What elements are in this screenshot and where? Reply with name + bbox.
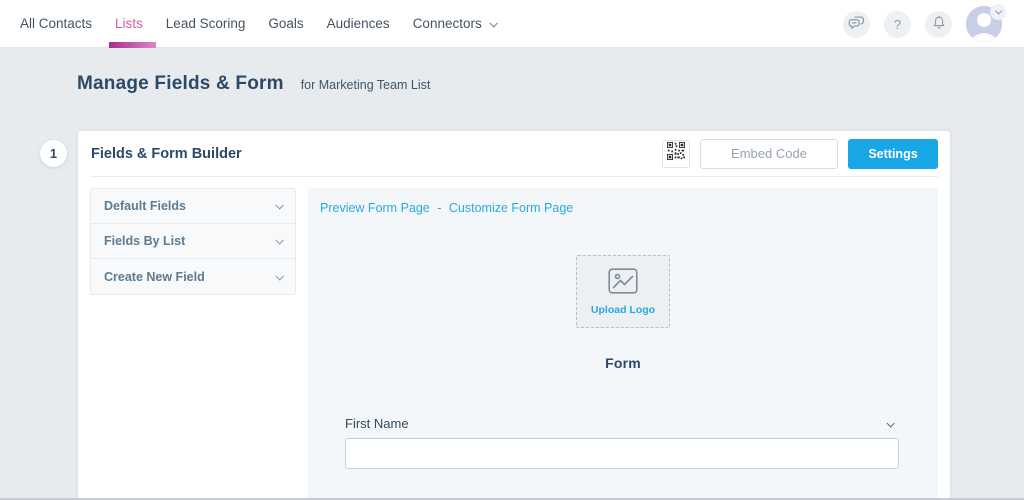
image-placeholder-icon xyxy=(608,267,638,299)
accordion-item-create-new-field[interactable]: Create New Field xyxy=(91,259,295,294)
nav-label: Goals xyxy=(268,16,304,31)
settings-button[interactable]: Settings xyxy=(848,138,938,169)
builder-header-actions: Embed Code Settings xyxy=(662,138,938,169)
nav-item-lead-scoring[interactable]: Lead Scoring xyxy=(166,0,246,48)
nav-label: All Contacts xyxy=(20,16,93,31)
accordion-item-default-fields[interactable]: Default Fields xyxy=(91,189,295,224)
chevron-down-icon xyxy=(275,236,284,245)
field-label: First Name xyxy=(345,416,409,431)
account-menu-badge[interactable] xyxy=(990,4,1006,20)
nav-label: Lead Scoring xyxy=(165,16,246,31)
step-number-badge: 1 xyxy=(40,140,67,167)
fields-form-builder-card: Fields & Form Builder Embed Code Setting… xyxy=(78,131,950,500)
accordion-label: Create New Field xyxy=(104,269,205,284)
first-name-input[interactable] xyxy=(345,438,899,469)
accordion-item-fields-by-list[interactable]: Fields By List xyxy=(91,224,295,259)
field-label-row: First Name xyxy=(345,416,899,431)
chevron-down-icon xyxy=(489,18,498,28)
chat-icon xyxy=(848,15,865,33)
form-page-links: Preview Form Page - Customize Form Page xyxy=(308,188,938,215)
page-header: Manage Fields & Form for Marketing Team … xyxy=(77,73,430,95)
builder-title: Fields & Form Builder xyxy=(91,145,242,162)
top-navigation: All Contacts Lists Lead Scoring Goals Au… xyxy=(0,0,1024,48)
bell-icon xyxy=(932,15,946,33)
nav-item-audiences[interactable]: Audiences xyxy=(327,0,390,48)
accordion-label: Fields By List xyxy=(104,234,186,248)
link-separator: - xyxy=(437,201,442,215)
chevron-down-icon xyxy=(994,7,1002,15)
builder-card-header: Fields & Form Builder Embed Code Setting… xyxy=(90,131,938,177)
nav-item-all-contacts[interactable]: All Contacts xyxy=(20,0,92,48)
nav-item-connectors[interactable]: Connectors xyxy=(412,0,498,48)
form-field-first-name: First Name xyxy=(345,416,899,469)
upload-logo-dropzone[interactable]: Upload Logo xyxy=(576,255,670,328)
upload-logo-label: Upload Logo xyxy=(590,303,656,316)
builder-card-body: Default Fields Fields By List Create New… xyxy=(78,177,950,499)
embed-code-button[interactable]: Embed Code xyxy=(700,138,838,169)
nav-utility-icons: ? xyxy=(843,0,1006,48)
help-button[interactable]: ? xyxy=(884,10,911,38)
fields-sidebar: Default Fields Fields By List Create New… xyxy=(78,177,308,499)
form-preview-area: Preview Form Page - Customize Form Page … xyxy=(308,188,938,499)
help-icon: ? xyxy=(893,16,902,32)
page-title: Manage Fields & Form xyxy=(77,73,284,94)
user-avatar[interactable] xyxy=(966,4,1006,42)
nav-label: Audiences xyxy=(326,16,390,31)
qr-code-button[interactable] xyxy=(662,139,690,168)
qr-code-icon xyxy=(667,142,685,165)
nav-label: Lists xyxy=(115,16,143,31)
notifications-button[interactable] xyxy=(925,10,952,38)
form-title: Form xyxy=(605,355,641,371)
chevron-down-icon[interactable] xyxy=(886,418,895,428)
nav-item-lists[interactable]: Lists xyxy=(109,0,156,48)
fields-accordion: Default Fields Fields By List Create New… xyxy=(90,188,296,295)
chevron-down-icon xyxy=(275,271,284,281)
customize-form-page-link[interactable]: Customize Form Page xyxy=(449,201,573,215)
page-subtitle: for Marketing Team List xyxy=(300,78,431,92)
chevron-down-icon xyxy=(275,201,284,210)
chat-support-button[interactable] xyxy=(843,10,870,38)
preview-form-page-link[interactable]: Preview Form Page xyxy=(320,201,430,215)
accordion-label: Default Fields xyxy=(104,199,186,213)
nav-label: Connectors xyxy=(412,16,482,31)
nav-item-goals[interactable]: Goals xyxy=(268,0,303,48)
